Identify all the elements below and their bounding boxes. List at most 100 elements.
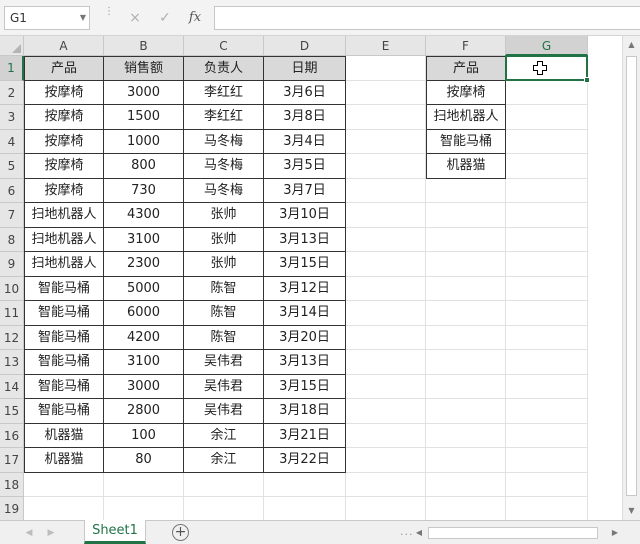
cell-f16[interactable] [426,423,506,448]
cell-a8[interactable]: 扫地机器人 [24,227,104,252]
cell-f19[interactable] [426,497,506,522]
scroll-up-icon[interactable]: ▲ [623,36,640,54]
cell-c13[interactable]: 吴伟君 [184,350,264,375]
cell-a14[interactable]: 智能马桶 [24,374,104,399]
cell-d2[interactable]: 3月6日 [264,80,346,105]
cell-f14[interactable] [426,374,506,399]
row-header-13[interactable]: 13 [0,350,24,375]
cell-e7[interactable] [346,203,426,228]
cell-e14[interactable] [346,374,426,399]
cell-a5[interactable]: 按摩椅 [24,154,104,179]
row-header-12[interactable]: 12 [0,325,24,350]
cell-g11[interactable] [506,301,588,326]
cell-d4[interactable]: 3月4日 [264,129,346,154]
row-header-5[interactable]: 5 [0,154,24,179]
cell-f6[interactable] [426,178,506,203]
cell-d12[interactable]: 3月20日 [264,325,346,350]
scroll-right-icon[interactable]: ▶ [608,525,622,541]
cell-f7[interactable] [426,203,506,228]
cell-e4[interactable] [346,129,426,154]
horizontal-scrollbar[interactable]: ◀ ▶ [412,525,622,541]
cell-g4[interactable] [506,129,588,154]
scroll-down-icon[interactable]: ▼ [623,502,640,520]
cell-a10[interactable]: 智能马桶 [24,276,104,301]
cell-a9[interactable]: 扫地机器人 [24,252,104,277]
cell-e18[interactable] [346,472,426,497]
cell-g9[interactable] [506,252,588,277]
vertical-scrollbar[interactable]: ▲ ▼ [622,36,640,520]
cell-c14[interactable]: 吴伟君 [184,374,264,399]
cell-g6[interactable] [506,178,588,203]
cell-d15[interactable]: 3月18日 [264,399,346,424]
row-header-9[interactable]: 9 [0,252,24,277]
cell-e5[interactable] [346,154,426,179]
row-header-10[interactable]: 10 [0,276,24,301]
cell-c11[interactable]: 陈智 [184,301,264,326]
formula-input[interactable] [214,6,640,30]
cell-b1[interactable]: 销售额 [104,56,184,81]
row-header-1[interactable]: 1 [0,56,24,81]
cell-g7[interactable] [506,203,588,228]
name-box[interactable]: G1 ▼ [4,6,90,30]
cell-a17[interactable]: 机器猫 [24,448,104,473]
cell-c2[interactable]: 李红红 [184,80,264,105]
cell-e8[interactable] [346,227,426,252]
cell-e16[interactable] [346,423,426,448]
cell-a15[interactable]: 智能马桶 [24,399,104,424]
cell-b5[interactable]: 800 [104,154,184,179]
column-header-b[interactable]: B [104,36,184,56]
cell-a2[interactable]: 按摩椅 [24,80,104,105]
column-header-c[interactable]: C [184,36,264,56]
cell-b11[interactable]: 6000 [104,301,184,326]
cell-a13[interactable]: 智能马桶 [24,350,104,375]
cell-b14[interactable]: 3000 [104,374,184,399]
cell-b2[interactable]: 3000 [104,80,184,105]
cell-b6[interactable]: 730 [104,178,184,203]
cell-e12[interactable] [346,325,426,350]
cell-f13[interactable] [426,350,506,375]
cell-d19[interactable] [264,497,346,522]
row-header-18[interactable]: 18 [0,472,24,497]
cell-b10[interactable]: 5000 [104,276,184,301]
cell-g10[interactable] [506,276,588,301]
cell-b9[interactable]: 2300 [104,252,184,277]
cell-b19[interactable] [104,497,184,522]
row-header-8[interactable]: 8 [0,227,24,252]
cell-f8[interactable] [426,227,506,252]
cell-b16[interactable]: 100 [104,423,184,448]
cell-d8[interactable]: 3月13日 [264,227,346,252]
cell-g18[interactable] [506,472,588,497]
cell-f12[interactable] [426,325,506,350]
cell-f5[interactable]: 机器猫 [426,154,506,179]
cell-a6[interactable]: 按摩椅 [24,178,104,203]
row-header-11[interactable]: 11 [0,301,24,326]
cell-f1[interactable]: 产品 [426,56,506,81]
cell-d10[interactable]: 3月12日 [264,276,346,301]
cell-a7[interactable]: 扫地机器人 [24,203,104,228]
cell-e3[interactable] [346,105,426,130]
cell-d1[interactable]: 日期 [264,56,346,81]
cell-g15[interactable] [506,399,588,424]
column-header-a[interactable]: A [24,36,104,56]
cell-e13[interactable] [346,350,426,375]
cell-g2[interactable] [506,80,588,105]
scroll-left-icon[interactable]: ◀ [412,525,426,541]
cell-g3[interactable] [506,105,588,130]
cell-d13[interactable]: 3月13日 [264,350,346,375]
cell-c18[interactable] [184,472,264,497]
cell-c12[interactable]: 陈智 [184,325,264,350]
enter-icon[interactable]: ✓ [154,8,176,28]
cell-b12[interactable]: 4200 [104,325,184,350]
column-header-f[interactable]: F [426,36,506,56]
cell-b8[interactable]: 3100 [104,227,184,252]
cell-d11[interactable]: 3月14日 [264,301,346,326]
cell-f15[interactable] [426,399,506,424]
cell-b7[interactable]: 4300 [104,203,184,228]
cell-c17[interactable]: 余江 [184,448,264,473]
row-header-4[interactable]: 4 [0,129,24,154]
cell-d6[interactable]: 3月7日 [264,178,346,203]
row-header-17[interactable]: 17 [0,448,24,473]
cell-e2[interactable] [346,80,426,105]
row-header-19[interactable]: 19 [0,497,24,522]
column-header-d[interactable]: D [264,36,346,56]
